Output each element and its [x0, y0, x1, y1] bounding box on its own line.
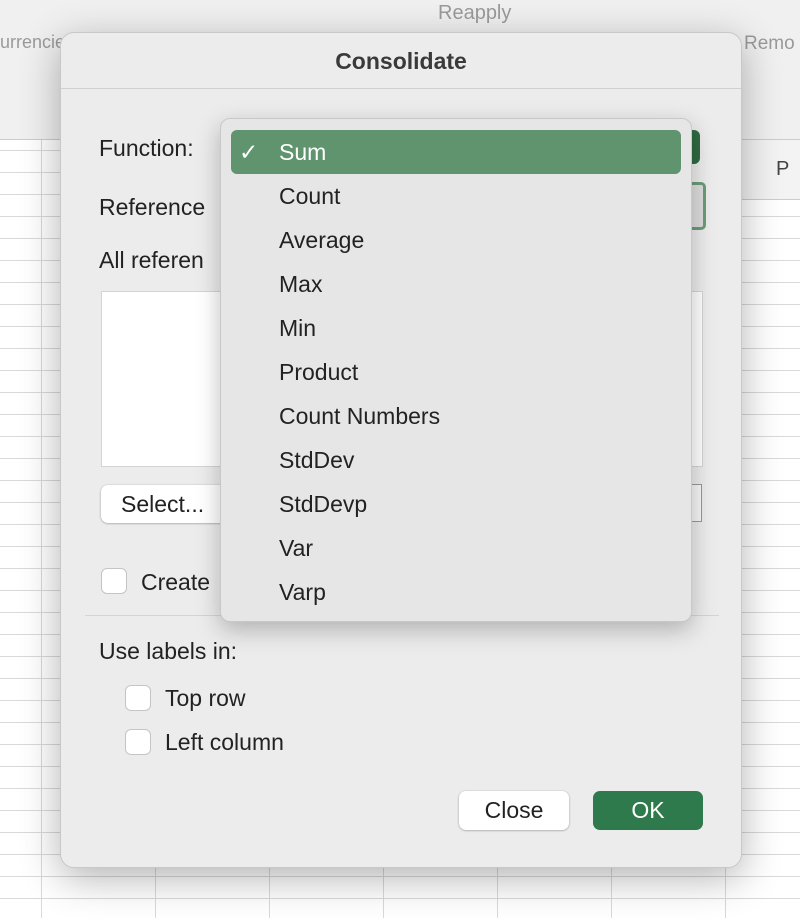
ribbon-reapply-button[interactable]: Reapply — [438, 2, 511, 25]
menu-item-min[interactable]: Min — [231, 306, 681, 350]
reference-label: Reference — [99, 194, 206, 220]
menu-item-product[interactable]: Product — [231, 350, 681, 394]
menu-item-label: StdDevp — [279, 491, 368, 517]
create-links-checkbox[interactable] — [101, 568, 127, 594]
menu-item-count[interactable]: Count — [231, 174, 681, 218]
menu-item-stddev[interactable]: StdDev — [231, 438, 681, 482]
top-row-label: Top row — [165, 685, 246, 711]
menu-item-label: Sum — [279, 139, 327, 165]
checkmark-icon: ✓ — [239, 139, 259, 165]
left-column-checkbox[interactable] — [125, 729, 151, 755]
ribbon-remove-button[interactable]: Remo — [744, 33, 795, 55]
menu-item-label: StdDev — [279, 447, 355, 473]
menu-item-label: Max — [279, 271, 323, 297]
menu-item-count-numbers[interactable]: Count Numbers — [231, 394, 681, 438]
menu-item-label: Var — [279, 535, 314, 561]
menu-item-label: Varp — [279, 579, 326, 605]
menu-item-label: Product — [279, 359, 359, 385]
top-row-checkbox[interactable] — [125, 685, 151, 711]
dialog-title: Consolidate — [61, 33, 741, 89]
menu-item-stddevp[interactable]: StdDevp — [231, 482, 681, 526]
menu-item-var[interactable]: Var — [231, 526, 681, 570]
menu-item-average[interactable]: Average — [231, 218, 681, 262]
menu-item-label: Min — [279, 315, 317, 341]
create-links-label: Create — [141, 569, 211, 595]
ribbon-currencies-label: urrencie — [0, 32, 66, 52]
column-header[interactable]: P — [742, 140, 800, 200]
column-header-label: P — [776, 158, 790, 180]
menu-item-label: Count — [279, 183, 341, 209]
menu-item-max[interactable]: Max — [231, 262, 681, 306]
menu-item-label: Average — [279, 227, 365, 253]
use-labels-label: Use labels in: — [99, 638, 238, 664]
reference-field-edge — [692, 484, 702, 522]
menu-item-label: Count Numbers — [279, 403, 441, 429]
menu-item-sum[interactable]: ✓ Sum — [231, 130, 681, 174]
function-label: Function: — [99, 135, 194, 161]
menu-item-varp[interactable]: Varp — [231, 570, 681, 614]
all-references-label: All referen — [99, 247, 204, 273]
function-dropdown-menu: ✓ Sum Count Average Max Min Product Count Numbe… — [220, 118, 692, 622]
left-column-label: Left column — [165, 729, 284, 755]
ok-button[interactable]: OK — [593, 791, 703, 830]
close-button[interactable]: Close — [459, 791, 569, 830]
